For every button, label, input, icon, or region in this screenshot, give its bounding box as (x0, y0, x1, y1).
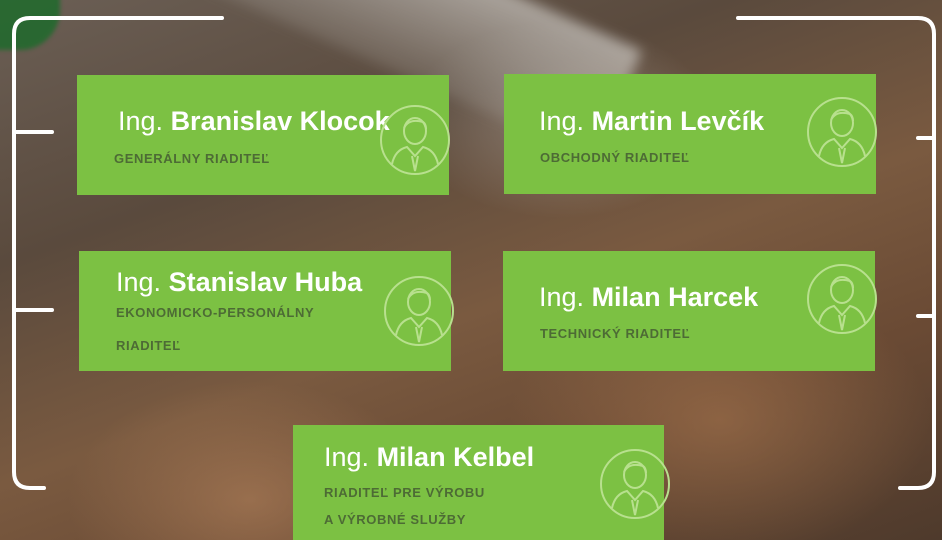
director-role: OBCHODNÝ RIADITEĽ (540, 150, 690, 165)
director-role: TECHNICKÝ RIADITEĽ (540, 326, 691, 341)
director-card-levcik: Ing. Martin Levčík OBCHODNÝ RIADITEĽ (504, 74, 877, 194)
director-role: GENERÁLNY RIADITEĽ (114, 151, 270, 166)
director-role-line2: A VÝROBNÉ SLUŽBY (324, 512, 467, 527)
director-role-line1: EKONOMICKO-PERSONÁLNY (116, 305, 315, 320)
director-card-huba: Ing. Stanislav Huba EKONOMICKO-PERSONÁLN… (79, 251, 454, 371)
director-name: Ing. Stanislav Huba (116, 267, 363, 297)
director-role-line1: RIADITEĽ PRE VÝROBU (324, 485, 485, 500)
director-card-kelbel: Ing. Milan Kelbel RIADITEĽ PRE VÝROBU A … (293, 425, 670, 540)
user-avatar-icon (807, 97, 877, 167)
director-card-harcek: Ing. Milan Harcek TECHNICKÝ RIADITEĽ (503, 251, 877, 371)
user-avatar-icon (384, 276, 454, 346)
director-role-line2: RIADITEĽ (116, 338, 181, 353)
director-name: Ing. Branislav Klocok (118, 106, 390, 136)
user-avatar-icon (807, 264, 877, 334)
director-name: Ing. Milan Kelbel (324, 442, 535, 472)
director-card-klocok: Ing. Branislav Klocok GENERÁLNY RIADITEĽ (77, 75, 450, 195)
user-avatar-icon (380, 105, 450, 175)
user-avatar-icon (600, 449, 670, 519)
director-name: Ing. Milan Harcek (539, 282, 759, 312)
director-name: Ing. Martin Levčík (539, 106, 765, 136)
